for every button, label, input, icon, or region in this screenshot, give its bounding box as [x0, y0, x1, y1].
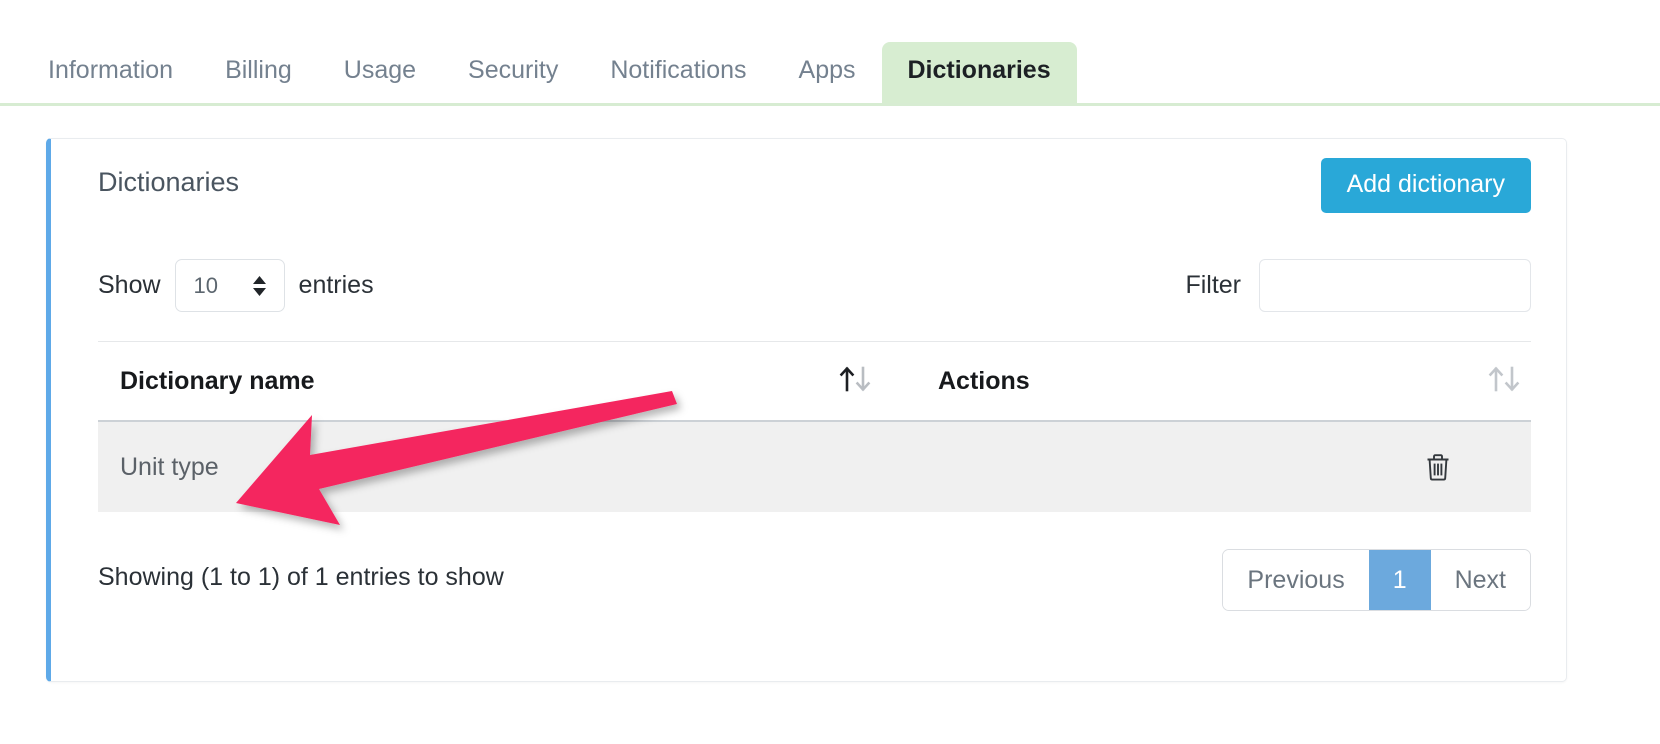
dictionaries-card: Dictionaries Add dictionary Show 10 [46, 138, 1567, 682]
dictionaries-table: Dictionary name [98, 341, 1531, 512]
table-header-row: Dictionary name [98, 342, 1531, 420]
filter-input[interactable] [1259, 259, 1531, 312]
sort-toggle-dictionary-name[interactable] [838, 364, 938, 399]
add-dictionary-button[interactable]: Add dictionary [1321, 158, 1531, 213]
pagination-next-button[interactable]: Next [1431, 550, 1530, 610]
sort-asc-desc-icon-inactive [1487, 364, 1531, 399]
tab-apps[interactable]: Apps [773, 42, 882, 103]
column-header-dictionary-name[interactable]: Dictionary name [98, 367, 838, 396]
entries-select-value: 10 [194, 273, 218, 299]
pagination: Previous 1 Next [1222, 549, 1531, 611]
tab-information[interactable]: Information [22, 42, 199, 103]
entries-label: entries [299, 271, 374, 300]
tab-notifications[interactable]: Notifications [584, 42, 772, 103]
table-row[interactable]: Unit type [98, 420, 1531, 512]
card-body: Dictionaries Add dictionary Show 10 [51, 139, 1566, 681]
cell-actions [1411, 451, 1531, 483]
tab-dictionaries[interactable]: Dictionaries [882, 42, 1077, 103]
table-footer: Showing (1 to 1) of 1 entries to show Pr… [98, 549, 1531, 613]
showing-entries-text: Showing (1 to 1) of 1 entries to show [98, 563, 504, 592]
pagination-page-1-button[interactable]: 1 [1369, 550, 1431, 610]
show-label: Show [98, 271, 161, 300]
sort-asc-desc-icon [838, 364, 882, 399]
tab-billing[interactable]: Billing [199, 42, 318, 103]
show-entries-group: Show 10 entries [98, 259, 374, 312]
entries-per-page-select[interactable]: 10 [175, 259, 285, 312]
page-title: Dictionaries [98, 167, 239, 198]
settings-tabs: Information Billing Usage Security Notif… [0, 26, 1660, 106]
column-header-actions[interactable]: Actions [938, 367, 1471, 396]
table-controls: Show 10 entries Filter [98, 259, 1531, 315]
pagination-previous-button[interactable]: Previous [1223, 550, 1368, 610]
sort-toggle-actions[interactable] [1471, 364, 1531, 399]
tab-usage[interactable]: Usage [318, 42, 442, 103]
page-root: Information Billing Usage Security Notif… [0, 0, 1660, 744]
trash-icon [1423, 471, 1453, 486]
delete-dictionary-button[interactable] [1423, 451, 1453, 483]
cell-dictionary-name: Unit type [98, 453, 838, 482]
filter-group: Filter [1185, 259, 1531, 312]
chevron-updown-icon [251, 275, 268, 297]
tab-security[interactable]: Security [442, 42, 584, 103]
filter-label: Filter [1185, 271, 1241, 300]
